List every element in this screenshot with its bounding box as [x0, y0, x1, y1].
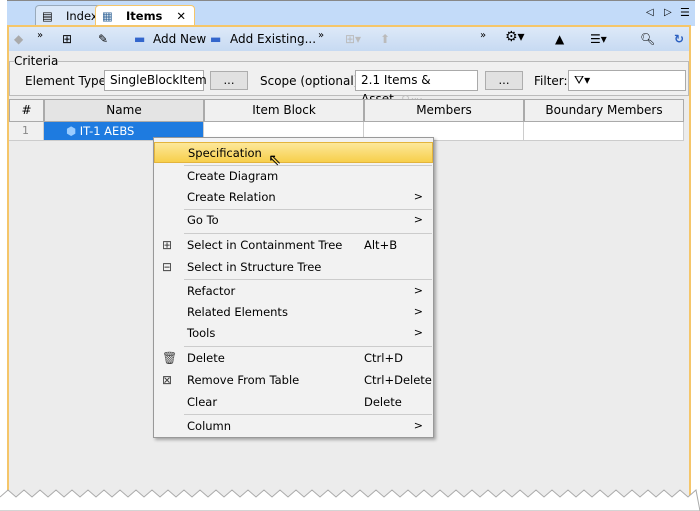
menu-item-select-structure-tree[interactable]: ⊟ Select in Structure Tree	[154, 257, 433, 278]
more-icon[interactable]: »	[318, 28, 324, 44]
column-header-name[interactable]: Name	[44, 99, 204, 122]
tab-label: Index	[66, 9, 98, 23]
trash-icon: 🗑︎	[162, 351, 178, 365]
column-header-boundary-members[interactable]: Boundary Members	[524, 99, 684, 122]
filter-label: Filter:	[534, 74, 568, 88]
row-name: IT-1 AEBS	[79, 124, 135, 138]
up-icon[interactable]: ⬆	[380, 31, 390, 47]
search-icon[interactable]: 🔍︎	[640, 31, 655, 47]
row-number: 1	[9, 122, 44, 141]
tab-prev-icon[interactable]: ◁	[646, 7, 654, 18]
more-icon[interactable]: »	[37, 28, 43, 44]
torn-edge	[0, 489, 700, 511]
block-icon: ⬢	[66, 124, 77, 138]
menu-item-clear[interactable]: Clear Delete	[154, 392, 433, 413]
menu-item-create-diagram[interactable]: Create Diagram	[154, 166, 433, 187]
containment-tree-icon: ⊞	[162, 238, 173, 252]
table-icon: ▦	[102, 9, 113, 23]
scope-browse-button[interactable]: ...	[485, 71, 523, 90]
criteria-legend: Criteria	[14, 54, 59, 68]
refresh-icon[interactable]: ↻	[674, 31, 684, 47]
more-icon[interactable]: »	[480, 28, 486, 44]
scope-label: Scope (optional):	[260, 74, 363, 88]
column-header-members[interactable]: Members	[364, 99, 524, 122]
add-new-icon: ▬	[134, 32, 146, 46]
remove-from-table-icon: ⊠	[162, 373, 173, 387]
add-existing-icon: ▬	[210, 32, 222, 46]
element-type-field[interactable]: SingleBlockItem	[104, 70, 207, 91]
mouse-cursor-icon: ⇖	[268, 150, 282, 169]
element-type-browse-button[interactable]: ...	[210, 71, 248, 90]
column-header-number[interactable]: #	[9, 99, 44, 122]
context-menu: Specification Create Diagram Create Rela…	[153, 137, 434, 438]
tab-next-icon[interactable]: ▷	[664, 7, 672, 18]
scope-field[interactable]: 2.1 Items & Asset{}xy	[355, 70, 478, 106]
menu-item-create-relation[interactable]: Create Relation >	[154, 187, 433, 208]
edit-icon[interactable]: ✎	[98, 31, 108, 47]
structure-tree-icon: ⊟	[162, 260, 173, 274]
menu-item-tools[interactable]: Tools >	[154, 323, 433, 344]
menu-item-column[interactable]: Column >	[154, 416, 433, 437]
tab-menu-icon[interactable]: ☰	[680, 6, 690, 19]
tree-icon[interactable]: ⊞	[62, 31, 72, 47]
menu-item-related-elements[interactable]: Related Elements >	[154, 302, 433, 323]
tab-label: Items	[126, 9, 163, 23]
close-icon[interactable]: ✕	[176, 9, 186, 23]
menu-item-delete[interactable]: 🗑︎ Delete Ctrl+D	[154, 348, 433, 369]
tab-items[interactable]: ▦ Items ✕	[95, 5, 196, 26]
column-header-item-block[interactable]: Item Block	[204, 99, 364, 122]
add-new-button[interactable]: Add New	[153, 31, 206, 47]
document-icon: ▤	[42, 9, 53, 23]
boundary-members-cell[interactable]	[524, 122, 684, 141]
layout-icon[interactable]: ⊞▾	[345, 31, 361, 47]
filter-field[interactable]: ⛛▾	[568, 70, 686, 91]
collapse-icon[interactable]: ▲	[555, 31, 564, 47]
filter-icon[interactable]: ⛛▾	[574, 73, 590, 87]
element-type-label: Element Type:	[25, 74, 111, 88]
menu-item-select-containment-tree[interactable]: ⊞ Select in Containment Tree Alt+B	[154, 235, 433, 256]
back-icon[interactable]: ◆	[14, 31, 23, 47]
menu-item-specification[interactable]: Specification	[154, 142, 433, 163]
add-existing-button[interactable]: Add Existing...	[230, 31, 316, 47]
menu-item-remove-from-table[interactable]: ⊠ Remove From Table Ctrl+Delete	[154, 370, 433, 391]
columns-icon[interactable]: ☰▾	[590, 31, 607, 47]
menu-item-refactor[interactable]: Refactor >	[154, 281, 433, 302]
menu-item-go-to[interactable]: Go To >	[154, 210, 433, 231]
gear-icon[interactable]: ⚙▾	[505, 29, 525, 45]
